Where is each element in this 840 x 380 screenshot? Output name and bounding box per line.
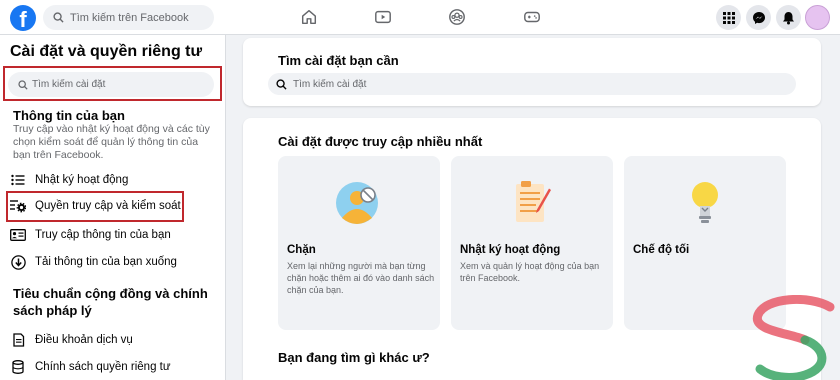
bell-icon xyxy=(783,11,794,24)
download-icon xyxy=(10,254,26,270)
groups-icon[interactable] xyxy=(448,8,466,26)
watch-icon[interactable] xyxy=(374,8,392,26)
facebook-logo[interactable]: f xyxy=(10,5,36,31)
list-icon xyxy=(10,172,26,188)
tile-title: Chặn xyxy=(287,244,316,256)
sidebar-item-label: Quyền truy cập và kiểm soát xyxy=(35,200,181,212)
search-icon xyxy=(18,79,28,90)
most-used-title: Cài đặt được truy cập nhiều nhất xyxy=(278,134,483,149)
other-settings-title: Bạn đang tìm gì khác ư? xyxy=(278,350,430,365)
sidebar-item-activity-log[interactable]: Nhật ký hoạt động xyxy=(10,170,128,190)
sidebar-item-label: Nhật ký hoạt động xyxy=(35,174,129,186)
sidebar-item-privacy-policy[interactable]: Chính sách quyền riêng tư xyxy=(10,357,171,377)
lightbulb-icon xyxy=(692,182,718,223)
search-card-title: Tìm cài đặt bạn cần xyxy=(278,53,399,68)
search-icon xyxy=(53,12,64,23)
activity-log-icon xyxy=(516,181,551,222)
section-description: Truy cập vào nhật ký hoạt động và các tù… xyxy=(13,123,210,161)
tile-block[interactable]: Chặn Xem lại những người mà bạn từng chặ… xyxy=(278,156,440,330)
home-icon[interactable] xyxy=(300,8,318,26)
search-icon xyxy=(276,78,287,90)
sidebar-item-access-control[interactable]: Quyền truy cập và kiểm soát xyxy=(10,196,181,216)
search-settings-card: Tìm cài đặt bạn cần xyxy=(243,38,821,106)
search-placeholder: Tìm kiếm cài đặt xyxy=(293,78,367,90)
section-title-your-info: Thông tin của bạn xyxy=(13,108,125,123)
document-icon xyxy=(10,332,26,348)
menu-grid-icon xyxy=(722,11,735,24)
sidebar-title: Cài đặt và quyền riêng tư xyxy=(10,43,203,60)
facebook-search-input[interactable]: Tìm kiếm trên Facebook xyxy=(43,5,214,30)
messenger-icon xyxy=(752,11,765,24)
watermark-logo xyxy=(753,295,835,380)
tile-title: Chế độ tối xyxy=(633,244,690,256)
gaming-icon[interactable] xyxy=(523,8,541,26)
section-title-community-standards: Tiêu chuẩn cộng đồng và chính sách pháp … xyxy=(13,286,208,318)
id-card-icon xyxy=(10,227,26,243)
sidebar-item-label: Tải thông tin của bạn xuống xyxy=(35,256,177,268)
list-gear-icon xyxy=(10,198,26,214)
tile-description: Xem lại những người mà bạn từng chặn hoặ… xyxy=(287,261,435,295)
tile-description: Xem và quản lý hoạt động của bạn trên Fa… xyxy=(460,261,600,283)
sidebar-item-label: Điều khoản dịch vụ xyxy=(35,334,133,346)
sidebar-item-label: Chính sách quyền riêng tư xyxy=(35,361,171,373)
messenger-button[interactable] xyxy=(746,5,771,30)
database-icon xyxy=(10,359,26,375)
sidebar-item-terms-of-service[interactable]: Điều khoản dịch vụ xyxy=(10,330,133,350)
top-navigation-bar: f Tìm kiếm trên Facebook xyxy=(0,0,840,35)
tile-title: Nhật ký hoạt động xyxy=(460,244,561,256)
sidebar-item-access-your-info[interactable]: Truy cập thông tin của bạn xyxy=(10,225,171,245)
tile-activity-log[interactable]: Nhật ký hoạt động Xem và quản lý hoạt độ… xyxy=(451,156,613,330)
settings-search-input[interactable]: Tìm kiếm cài đặt xyxy=(8,72,214,97)
avatar[interactable] xyxy=(805,5,830,30)
block-user-icon xyxy=(336,182,378,224)
settings-sidebar: Cài đặt và quyền riêng tư Tìm kiếm cài đ… xyxy=(0,35,226,380)
menu-grid-button[interactable] xyxy=(716,5,741,30)
sidebar-item-label: Truy cập thông tin của bạn xyxy=(35,229,171,241)
notifications-button[interactable] xyxy=(776,5,801,30)
search-placeholder: Tìm kiếm cài đặt xyxy=(32,79,106,90)
main-settings-search-input[interactable]: Tìm kiếm cài đặt xyxy=(268,73,796,95)
sidebar-item-download-info[interactable]: Tải thông tin của bạn xuống xyxy=(10,252,177,272)
search-placeholder: Tìm kiếm trên Facebook xyxy=(70,11,189,24)
